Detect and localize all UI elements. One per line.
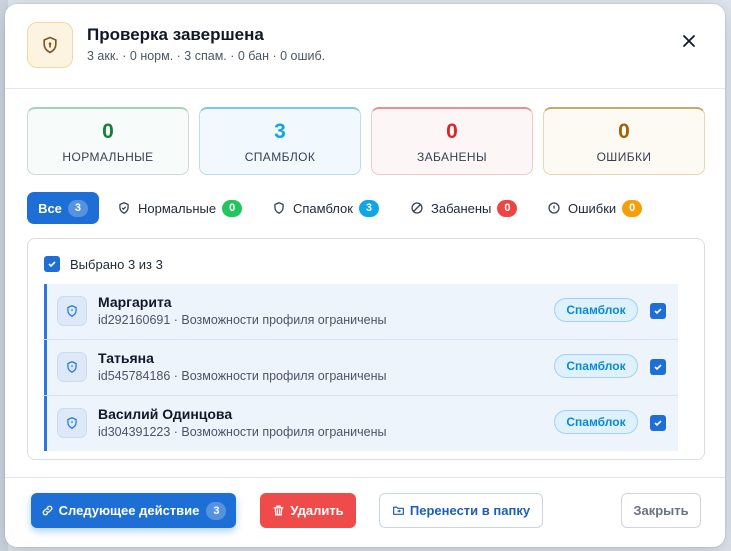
- close-button[interactable]: Закрыть: [621, 493, 701, 528]
- tab-errors[interactable]: Ошибки 0: [547, 192, 643, 224]
- tab-count-badge: 3: [67, 199, 88, 217]
- row-checkbox[interactable]: [650, 359, 666, 375]
- close-icon[interactable]: [677, 29, 701, 53]
- move-label: Перенести в папку: [409, 503, 531, 518]
- account-name: Василий Одинцова: [98, 406, 233, 422]
- tab-label: Все: [38, 200, 62, 216]
- tab-normal[interactable]: Нормальные 0: [117, 192, 243, 224]
- shield-icon: [57, 296, 87, 326]
- dialog-footer: Следующее действие 3 Удалить Перенести в…: [5, 477, 725, 547]
- trash-icon: [272, 504, 285, 517]
- next-action-button[interactable]: Следующее действие 3: [31, 493, 236, 528]
- stat-label: СПАМБЛОК: [244, 150, 316, 164]
- move-to-folder-button[interactable]: Перенести в папку: [379, 493, 543, 528]
- ban-icon: [410, 201, 424, 215]
- tab-count-badge: 3: [358, 199, 379, 217]
- account-row[interactable]: Маргарита id292160691 · Возможности проф…: [44, 284, 678, 339]
- tab-all[interactable]: Все 3: [27, 192, 99, 224]
- tab-count-badge: 0: [497, 199, 518, 217]
- status-badge: Спамблок: [554, 354, 638, 378]
- next-action-count: 3: [206, 501, 227, 520]
- stat-value: 0: [446, 120, 458, 143]
- shield-icon: [57, 352, 87, 382]
- dialog-title: Проверка завершена: [87, 25, 264, 44]
- delete-button[interactable]: Удалить: [260, 493, 356, 528]
- stat-card-errors: 0 ОШИБКИ: [543, 107, 705, 175]
- account-detail: id292160691 · Возможности профиля ограни…: [98, 313, 387, 327]
- tab-label: Забанены: [431, 200, 492, 216]
- tab-count-badge: 0: [622, 199, 643, 217]
- status-badge: Спамблок: [554, 410, 638, 434]
- select-all-label: Выбрано 3 из 3: [70, 256, 163, 272]
- tab-label: Спамблок: [293, 200, 353, 216]
- dialog-subtitle: 3 акк. · 0 норм. · 3 спам. · 0 бан · 0 о…: [87, 49, 326, 63]
- tab-banned[interactable]: Забанены 0: [410, 192, 518, 224]
- account-detail: id545784186 · Возможности профиля ограни…: [98, 369, 387, 383]
- close-label: Закрыть: [633, 503, 689, 518]
- account-name: Маргарита: [98, 294, 172, 310]
- select-all[interactable]: Выбрано 3 из 3: [44, 256, 163, 272]
- next-action-label: Следующее действие: [58, 503, 200, 518]
- accounts-list: Выбрано 3 из 3 Маргарита id292160691 · В…: [27, 238, 705, 460]
- status-badge: Спамблок: [554, 298, 638, 322]
- row-checkbox[interactable]: [650, 415, 666, 431]
- account-row[interactable]: Василий Одинцова id304391223 · Возможнос…: [44, 396, 678, 451]
- account-detail: id304391223 · Возможности профиля ограни…: [98, 425, 387, 439]
- shield-icon: [57, 408, 87, 438]
- shield-icon: [27, 22, 73, 68]
- stat-card-normal: 0 НОРМАЛЬНЫЕ: [27, 107, 189, 175]
- select-all-checkbox[interactable]: [44, 256, 60, 272]
- stat-card-spamblock: 3 СПАМБЛОК: [199, 107, 361, 175]
- account-name: Татьяна: [98, 350, 154, 366]
- folder-icon: [392, 504, 405, 517]
- tab-label: Ошибки: [568, 200, 617, 216]
- stat-value: 3: [274, 120, 286, 143]
- stat-label: ЗАБАНЕНЫ: [416, 150, 488, 164]
- stat-label: НОРМАЛЬНЫЕ: [62, 150, 154, 164]
- delete-label: Удалить: [290, 503, 344, 518]
- tab-count-badge: 0: [222, 199, 243, 217]
- check-complete-dialog: Проверка завершена 3 акк. · 0 норм. · 3 …: [5, 4, 725, 547]
- tab-spamblock[interactable]: Спамблок 3: [272, 192, 379, 224]
- stat-value: 0: [618, 120, 630, 143]
- shield-icon: [272, 201, 286, 215]
- row-checkbox[interactable]: [650, 303, 666, 319]
- link-icon: [41, 504, 54, 517]
- shield-check-icon: [117, 201, 131, 215]
- account-row[interactable]: Татьяна id545784186 · Возможности профил…: [44, 340, 678, 395]
- stat-value: 0: [102, 120, 114, 143]
- dialog-header: Проверка завершена 3 акк. · 0 норм. · 3 …: [5, 4, 725, 89]
- stat-label: ОШИБКИ: [596, 150, 652, 164]
- tab-label: Нормальные: [138, 200, 217, 216]
- alert-circle-icon: [547, 201, 561, 215]
- stat-card-banned: 0 ЗАБАНЕНЫ: [371, 107, 533, 175]
